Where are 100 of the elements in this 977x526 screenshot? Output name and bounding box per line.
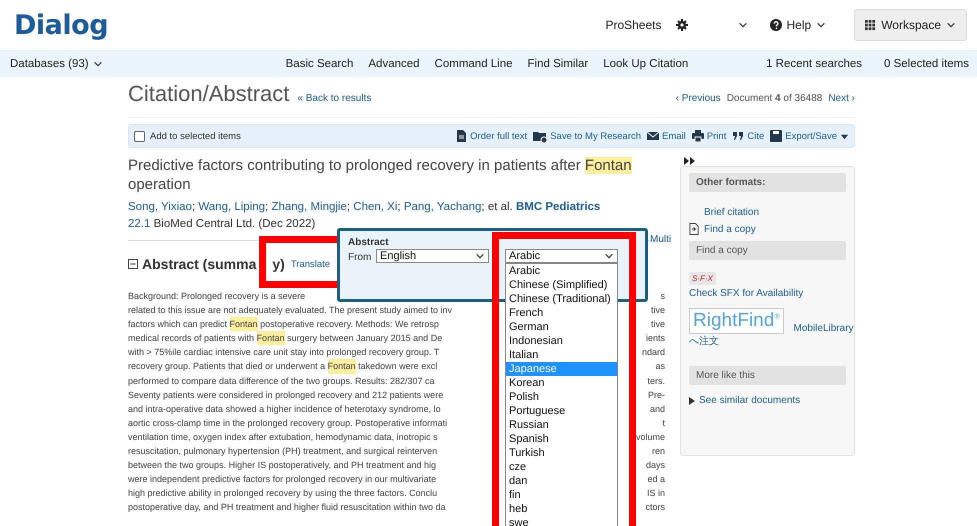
popup-title: Abstract xyxy=(348,237,389,248)
format-link[interactable]: Brief citation xyxy=(704,207,760,218)
author-link[interactable]: Zhang, Mingjie xyxy=(271,201,347,213)
language-option[interactable]: Turkish xyxy=(506,446,617,460)
language-option[interactable]: Arabic xyxy=(506,264,617,278)
workspace-button[interactable]: Workspace xyxy=(854,9,967,41)
abstract-text: takedown were excl xyxy=(357,360,438,374)
settings-icon xyxy=(676,19,688,31)
language-option[interactable]: fin xyxy=(506,488,617,502)
language-option[interactable]: heb xyxy=(506,502,617,516)
abstract-text: s xyxy=(660,290,665,303)
from-select[interactable]: English xyxy=(376,249,489,263)
multi-link[interactable]: Multi xyxy=(650,234,672,245)
abstract-text: tive xyxy=(650,304,665,318)
toolbar-action[interactable]: Email xyxy=(647,130,686,142)
language-option[interactable]: cze xyxy=(506,460,617,474)
from-label: From xyxy=(348,252,372,263)
author-link[interactable]: Chen, Xi xyxy=(353,201,398,213)
publisher-text: BioMed Central Ltd. (Dec 2022) xyxy=(154,218,316,230)
language-option[interactable]: French xyxy=(506,306,617,320)
abstract-text: ters. xyxy=(647,374,665,388)
language-option[interactable]: Spanish xyxy=(506,432,617,446)
language-option[interactable]: Chinese (Traditional) xyxy=(506,292,617,306)
triangle-icon xyxy=(689,396,695,404)
author-link[interactable]: Song, Yixiao xyxy=(128,201,192,213)
sfx-logo[interactable]: S·F·X xyxy=(689,272,716,285)
mobile-library-link[interactable]: MobileLibrary xyxy=(794,323,854,334)
abstract-text: and xyxy=(650,402,665,416)
databases-menu[interactable]: Databases (93) xyxy=(10,58,103,70)
language-option[interactable]: dan xyxy=(506,474,617,488)
abstract-text: ndard xyxy=(642,346,665,360)
double-arrow-icon xyxy=(684,157,695,165)
language-option[interactable]: Russian xyxy=(506,418,617,432)
selected-items-link[interactable]: 0 Selected items xyxy=(884,58,969,70)
floppy-icon xyxy=(770,130,782,142)
journal-link[interactable]: BMC Pediatrics xyxy=(516,201,600,213)
caret-icon xyxy=(475,251,485,261)
abstract-text: performed to compare data difference of the two groups. Results: 282/307 ca xyxy=(128,374,435,388)
help-menu[interactable]: Help xyxy=(770,18,826,32)
et-al-text: et al. xyxy=(488,201,513,213)
language-option[interactable]: swe xyxy=(506,516,617,526)
highlighted-term: Fontan xyxy=(256,331,285,346)
next-link[interactable]: Next › xyxy=(828,93,855,104)
language-option[interactable]: Portuguese xyxy=(506,404,617,418)
abstract-text: tive xyxy=(650,318,665,332)
toolbar-action[interactable]: Cite xyxy=(732,130,764,142)
language-option[interactable]: Indonesian xyxy=(506,334,617,348)
caret-icon xyxy=(816,20,826,30)
section-heading: Find a copy xyxy=(689,241,846,260)
highlighted-term: Fontan xyxy=(328,359,356,374)
author-link[interactable]: Wang, Liping xyxy=(198,201,266,213)
dialog-logo[interactable]: Dialog xyxy=(14,10,108,40)
document-icon xyxy=(455,130,468,142)
abstract-text: recovery group. Patients that died or underwent a xyxy=(128,360,326,374)
help-icon xyxy=(770,19,782,31)
nav-link[interactable]: Find Similar xyxy=(528,58,588,70)
author-link[interactable]: Pang, Yachang xyxy=(404,201,482,213)
abstract-text: Seventy patients were considered in prolonged recovery and 212 patients were xyxy=(128,388,444,402)
article-title: operation xyxy=(128,176,191,193)
checkbox[interactable] xyxy=(134,130,145,142)
separator: ; xyxy=(192,201,196,213)
language-option[interactable]: German xyxy=(506,320,617,334)
abstract-text: resuscitation, pulmonary hypertension (PH) treatment, and surgical reinterven xyxy=(128,445,438,458)
language-option[interactable]: Korean xyxy=(506,376,617,390)
order-link[interactable]: へ注文 xyxy=(689,334,846,348)
nav-link[interactable]: Advanced xyxy=(368,58,420,70)
document-icon xyxy=(689,223,700,235)
toolbar-action[interactable]: Order full text xyxy=(455,130,528,142)
language-option[interactable]: Polish xyxy=(506,390,617,404)
abstract-text: t xyxy=(662,416,665,430)
toolbar-action[interactable]: Print xyxy=(692,130,726,142)
abstract-text: ventilation time, oxygen index after extubation, hemodynamic data, inotropic s xyxy=(128,430,438,444)
back-link[interactable]: « Back to results xyxy=(297,93,372,104)
separator: ; xyxy=(265,201,268,213)
caret-icon xyxy=(604,251,614,261)
toolbar-action[interactable]: Save to My Research xyxy=(533,130,642,142)
page-title: Citation/Abstract xyxy=(128,81,290,107)
prosheets-link[interactable]: ProSheets xyxy=(605,18,662,32)
translate-link[interactable]: Translate xyxy=(290,258,330,270)
format-link[interactable]: Find a copy xyxy=(704,224,756,234)
previous-link[interactable]: ‹ Previous xyxy=(676,93,721,104)
abstract-text: IS in xyxy=(646,487,665,500)
toolbar-action[interactable]: Export/Save xyxy=(770,130,849,142)
nav-link[interactable]: Basic Search xyxy=(286,58,354,70)
caret-icon xyxy=(738,20,748,30)
nav-link[interactable]: Look Up Citation xyxy=(603,58,688,70)
recent-searches-link[interactable]: 1 Recent searches xyxy=(766,58,862,70)
language-option[interactable]: Chinese (Simplified) xyxy=(506,278,617,292)
language-option[interactable]: Italian xyxy=(506,348,617,362)
grid-icon xyxy=(865,20,876,30)
issue-link[interactable]: 22.1 xyxy=(128,218,150,230)
collapse-icon xyxy=(128,259,138,269)
nav-link[interactable]: Command Line xyxy=(434,58,513,70)
separator: ; xyxy=(397,201,401,213)
to-select[interactable]: Arabic xyxy=(505,249,618,263)
similar-link[interactable]: See similar documents xyxy=(699,395,800,406)
section-heading: y) xyxy=(272,256,285,272)
abstract-text: between the two groups. Higher IS postoperatively, and PH treatment and hig xyxy=(128,459,436,472)
printer-icon xyxy=(692,130,704,142)
sfx-link[interactable]: Check SFX for Availability xyxy=(689,288,804,299)
